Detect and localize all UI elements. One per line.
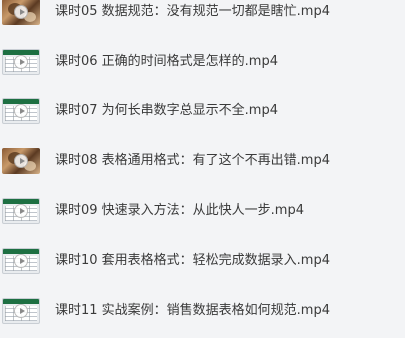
lesson-title: 课时11 实战案例：销售数据表格如何规范.mp4 [55, 303, 330, 318]
play-icon [14, 154, 28, 168]
lesson-item-11[interactable]: 课时11 实战案例：销售数据表格如何规范.mp4 [0, 292, 405, 330]
lesson-title: 课时10 套用表格格式：轻松完成数据录入.mp4 [55, 253, 330, 268]
video-thumbnail-icon [2, 198, 40, 224]
lesson-item-08[interactable]: 课时08 表格通用格式：有了这个不再出错.mp4 [0, 142, 405, 180]
lesson-item-10[interactable]: 课时10 套用表格格式：轻松完成数据录入.mp4 [0, 242, 405, 280]
video-thumbnail-icon [2, 0, 40, 25]
play-icon [14, 5, 28, 19]
lesson-item-07[interactable]: 课时07 为何长串数字总显示不全.mp4 [0, 92, 405, 130]
play-icon [14, 55, 28, 69]
play-icon [14, 304, 28, 318]
lesson-item-09[interactable]: 课时09 快速录入方法：从此快人一步.mp4 [0, 192, 405, 230]
video-thumbnail-icon [2, 248, 40, 274]
video-thumbnail-icon [2, 49, 40, 75]
play-icon [14, 204, 28, 218]
video-thumbnail-icon [2, 148, 40, 174]
video-thumbnail-icon [2, 98, 40, 124]
lesson-title: 课时08 表格通用格式：有了这个不再出错.mp4 [55, 153, 330, 168]
play-icon [14, 254, 28, 268]
video-thumbnail-icon [2, 298, 40, 324]
lesson-item-05[interactable]: 课时05 数据规范：没有规范一切都是瞎忙.mp4 [0, 0, 405, 31]
lesson-list: 课时05 数据规范：没有规范一切都是瞎忙.mp4 课时06 正确的时间格式是怎样… [0, 0, 405, 338]
lesson-title: 课时09 快速录入方法：从此快人一步.mp4 [55, 203, 304, 218]
play-icon [14, 104, 28, 118]
lesson-item-06[interactable]: 课时06 正确的时间格式是怎样的.mp4 [0, 43, 405, 81]
lesson-title: 课时07 为何长串数字总显示不全.mp4 [55, 103, 278, 118]
lesson-title: 课时05 数据规范：没有规范一切都是瞎忙.mp4 [55, 4, 330, 19]
lesson-title: 课时06 正确的时间格式是怎样的.mp4 [55, 54, 278, 69]
